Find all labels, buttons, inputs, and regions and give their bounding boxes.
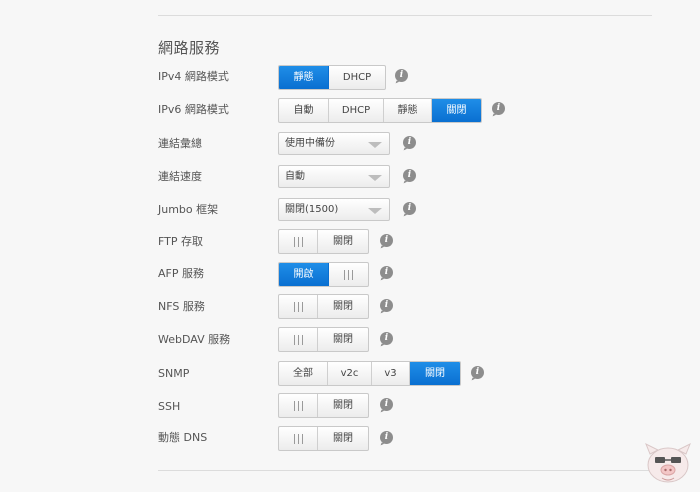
link-aggregation-label: 連結彙總: [158, 137, 202, 150]
toggle-grip-icon: [279, 295, 318, 318]
dynamic-dns-toggle[interactable]: 關閉: [278, 426, 369, 451]
afp-info-icon[interactable]: i: [380, 266, 393, 279]
ipv4-info-icon[interactable]: i: [395, 69, 408, 82]
chevron-down-icon: [368, 175, 382, 181]
webdav-service-toggle[interactable]: 關閉: [278, 327, 369, 352]
ipv6-option-static[interactable]: 靜態: [384, 99, 432, 122]
ftp-info-icon[interactable]: i: [380, 234, 393, 247]
snmp-info-icon[interactable]: i: [471, 366, 484, 379]
link-speed-select[interactable]: 自動: [278, 165, 390, 188]
afp-service-toggle[interactable]: 開啟: [278, 262, 369, 287]
nfs-service-state: 關閉: [333, 301, 353, 312]
ipv6-option-off[interactable]: 關閉: [432, 99, 481, 122]
jumbo-frame-info-icon[interactable]: i: [403, 202, 416, 215]
jumbo-frame-value: 關閉(1500): [285, 204, 339, 215]
toggle-grip-icon: [329, 263, 368, 286]
toggle-grip-icon: [279, 427, 318, 450]
ssh-label: SSH: [158, 400, 181, 413]
ipv6-option-dhcp[interactable]: DHCP: [329, 99, 384, 122]
snmp-label: SNMP: [158, 367, 190, 380]
snmp-option-v3[interactable]: v3: [372, 362, 410, 385]
section-title: 網路服務: [158, 39, 221, 57]
top-divider: [158, 15, 652, 16]
snmp-option-off[interactable]: 關閉: [410, 362, 460, 385]
ftp-access-label: FTP 存取: [158, 235, 203, 248]
link-aggregation-info-icon[interactable]: i: [403, 136, 416, 149]
link-aggregation-value: 使用中備份: [285, 138, 335, 149]
ipv6-option-auto[interactable]: 自動: [279, 99, 329, 122]
afp-service-state: 開啟: [279, 263, 329, 286]
link-speed-label: 連結速度: [158, 170, 202, 183]
toggle-grip-icon: [279, 394, 318, 417]
snmp-option-v2c[interactable]: v2c: [328, 362, 372, 385]
pig-mascot-logo: [645, 442, 691, 483]
snmp-option-all[interactable]: 全部: [279, 362, 328, 385]
jumbo-frame-label: Jumbo 框架: [158, 203, 219, 216]
chevron-down-icon: [368, 142, 382, 148]
chevron-down-icon: [368, 208, 382, 214]
jumbo-frame-select[interactable]: 關閉(1500): [278, 198, 390, 221]
link-speed-info-icon[interactable]: i: [403, 169, 416, 182]
ssh-state: 關閉: [333, 400, 353, 411]
ssh-toggle[interactable]: 關閉: [278, 393, 369, 418]
ipv6-mode-segmented: 自動 DHCP 靜態 關閉: [278, 98, 482, 123]
toggle-grip-icon: [279, 230, 318, 253]
ipv4-option-dhcp[interactable]: DHCP: [329, 66, 385, 89]
ssh-info-icon[interactable]: i: [380, 398, 393, 411]
link-speed-value: 自動: [285, 171, 305, 182]
dynamic-dns-state: 關閉: [333, 433, 353, 444]
webdav-service-label: WebDAV 服務: [158, 333, 231, 346]
ftp-access-state: 關閉: [333, 236, 353, 247]
nfs-service-toggle[interactable]: 關閉: [278, 294, 369, 319]
ipv4-mode-label: IPv4 網路模式: [158, 70, 229, 83]
afp-service-label: AFP 服務: [158, 267, 204, 280]
dynamic-dns-info-icon[interactable]: i: [380, 431, 393, 444]
ipv4-mode-segmented: 靜態 DHCP: [278, 65, 386, 90]
ftp-access-toggle[interactable]: 關閉: [278, 229, 369, 254]
toggle-grip-icon: [279, 328, 318, 351]
ipv6-info-icon[interactable]: i: [492, 102, 505, 115]
ipv6-mode-label: IPv6 網路模式: [158, 103, 229, 116]
bottom-divider: [158, 470, 652, 471]
webdav-service-state: 關閉: [333, 334, 353, 345]
dynamic-dns-label: 動態 DNS: [158, 431, 208, 444]
nfs-service-label: NFS 服務: [158, 300, 205, 313]
webdav-info-icon[interactable]: i: [380, 332, 393, 345]
link-aggregation-select[interactable]: 使用中備份: [278, 132, 390, 155]
ipv4-option-static[interactable]: 靜態: [279, 66, 329, 89]
snmp-version-segmented: 全部 v2c v3 關閉: [278, 361, 461, 386]
nfs-info-icon[interactable]: i: [380, 299, 393, 312]
